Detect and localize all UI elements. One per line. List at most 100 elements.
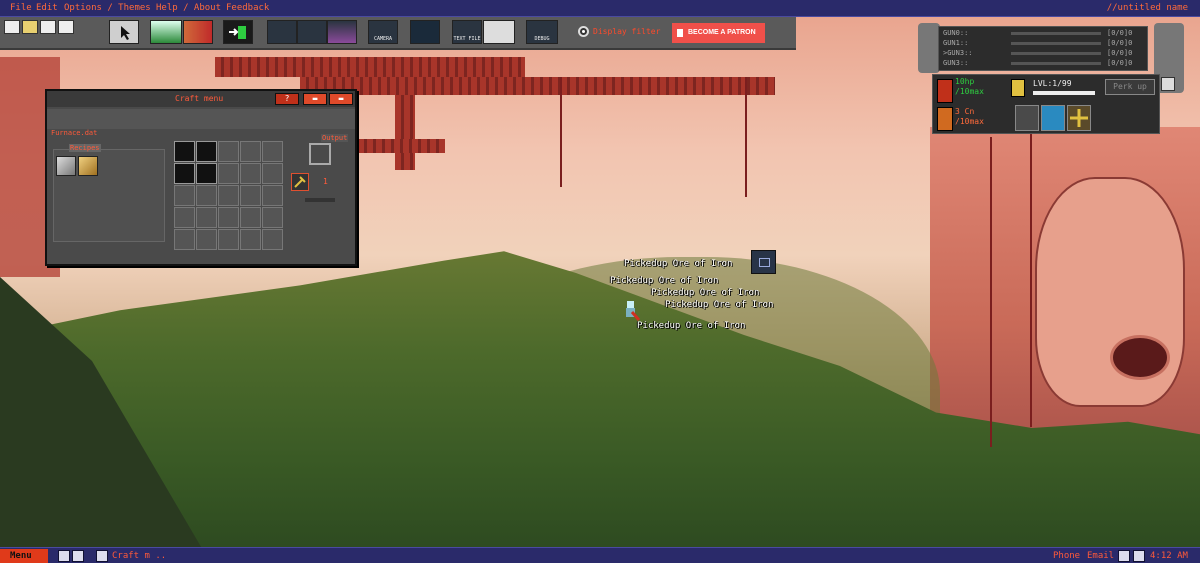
expand-icon[interactable] <box>1161 77 1175 91</box>
crafting-station-label: Furnace.dat <box>51 129 98 137</box>
gun-slot-row[interactable]: GUN1:: [0/0]0 <box>943 39 1143 49</box>
craft-quantity: 1 <box>323 177 328 186</box>
hanging-cable <box>745 77 747 197</box>
craft-window-icon[interactable] <box>96 550 108 562</box>
tree-icon[interactable] <box>297 20 327 44</box>
help-button[interactable]: ? <box>275 93 299 105</box>
gun-slot-row[interactable]: GUN3:: [0/0]0 <box>943 59 1143 69</box>
display-filter-label[interactable]: Display filter <box>593 27 660 36</box>
grid-slot[interactable] <box>196 141 217 162</box>
crosshair-icon[interactable] <box>1067 105 1091 131</box>
steel-girder-support <box>395 95 415 170</box>
grid-slot[interactable] <box>218 163 239 184</box>
grid-slot[interactable] <box>240 141 261 162</box>
menu-file[interactable]: File <box>10 3 32 13</box>
grid-slot[interactable] <box>174 229 195 250</box>
level-indicator: LVL:1/99 <box>1033 79 1072 88</box>
pickup-message: Pickedup Ore of Iron <box>651 288 760 298</box>
gun-slot-row[interactable]: GUN0:: [0/0]0 <box>943 29 1143 39</box>
character-icon[interactable] <box>410 20 440 44</box>
document-name: //untitled name <box>1106 3 1188 13</box>
text-file-icon[interactable]: TEXT FILE <box>452 20 482 44</box>
grid-slot[interactable] <box>262 141 283 162</box>
grid-slot[interactable] <box>174 207 195 228</box>
email-link[interactable]: Email <box>1087 551 1114 561</box>
camera-icon[interactable]: CAMERA <box>368 20 398 44</box>
exit-door-icon[interactable] <box>223 20 253 44</box>
start-menu-button[interactable]: Menu <box>0 549 48 563</box>
fx-icon[interactable] <box>267 20 297 44</box>
steel-girder <box>215 57 525 77</box>
grid-slot[interactable] <box>262 185 283 206</box>
debug-label: DEBUG <box>534 36 550 42</box>
xp-bar <box>1033 91 1095 95</box>
hammer-icon[interactable] <box>291 173 309 191</box>
pickup-message: Pickedup Ore of Iron <box>637 321 746 331</box>
gun-ammo-bar <box>1011 52 1101 55</box>
become-patron-button[interactable]: BECOME A PATRON <box>672 23 765 43</box>
player-hud: GUN0:: [0/0]0 GUN1:: [0/0]0 >GUN3:: [0/0… <box>916 21 1186 139</box>
grid-slot[interactable] <box>240 229 261 250</box>
grid-slot[interactable] <box>196 229 217 250</box>
gun-slot-row[interactable]: >GUN3:: [0/0]0 <box>943 49 1143 59</box>
grid-slot[interactable] <box>218 207 239 228</box>
window-icon[interactable] <box>58 550 70 562</box>
grid-slot[interactable] <box>174 185 195 206</box>
gun-ammo-count: [0/0]0 <box>1107 39 1133 47</box>
grid-slot[interactable] <box>174 163 195 184</box>
save-icon[interactable] <box>40 20 56 34</box>
grid-slot[interactable] <box>196 163 217 184</box>
iron-ingot-icon[interactable] <box>56 156 76 176</box>
perk-up-button[interactable]: Perk up <box>1105 79 1155 95</box>
grid-slot[interactable] <box>196 207 217 228</box>
grid-slot[interactable] <box>218 229 239 250</box>
save-as-icon[interactable] <box>58 20 74 34</box>
music-icon[interactable] <box>72 550 84 562</box>
editor-toolbar: CAMERA TEXT FILE DEBUG Display filter BE… <box>0 17 796 50</box>
display-filter-radio[interactable] <box>578 26 589 37</box>
grid-slot[interactable] <box>240 185 261 206</box>
energy-max: /10max <box>955 117 984 126</box>
music-note-icon[interactable] <box>1133 550 1145 562</box>
grid-slot[interactable] <box>262 207 283 228</box>
hud-ornament-left <box>918 23 940 73</box>
menu-edit[interactable]: Edit <box>36 3 58 13</box>
battery-icon <box>1011 79 1025 97</box>
gold-ingot-icon[interactable] <box>78 156 98 176</box>
minimize-button[interactable]: ▬ <box>303 93 327 105</box>
close-button[interactable]: ▬ <box>329 93 353 105</box>
terrain-icon[interactable] <box>150 20 182 44</box>
water-icon[interactable] <box>327 20 357 44</box>
menu-feedback[interactable]: Feedback <box>226 3 269 13</box>
item-picture-icon <box>751 250 776 274</box>
grid-slot[interactable] <box>262 163 283 184</box>
grid-slot[interactable] <box>240 207 261 228</box>
craft-menu-titlebar[interactable]: Craft menu ? ▬ ▬ <box>47 91 355 107</box>
grid-slot[interactable] <box>218 185 239 206</box>
map-icon[interactable] <box>1041 105 1065 131</box>
hanging-cable <box>990 137 992 447</box>
backpack-icon[interactable] <box>1015 105 1039 131</box>
grid-slot[interactable] <box>218 141 239 162</box>
menu-help-about[interactable]: Help / About <box>156 3 221 13</box>
new-file-icon[interactable] <box>4 20 20 34</box>
objects-icon[interactable] <box>183 20 213 44</box>
gun-name: >GUN3:: <box>943 49 973 57</box>
hp-value: 10hp <box>955 77 975 86</box>
taskbar-craft-menu[interactable]: Craft m .. <box>112 551 166 561</box>
grid-slot[interactable] <box>174 141 195 162</box>
grid-slot[interactable] <box>196 185 217 206</box>
music-note-icon[interactable] <box>1118 550 1130 562</box>
debug-icon[interactable]: DEBUG <box>526 20 558 44</box>
pointer-icon[interactable] <box>109 20 139 44</box>
menu-options-themes[interactable]: Options / Themes <box>64 3 151 13</box>
output-slot[interactable] <box>309 143 331 165</box>
recipes-label: Recipes <box>69 144 101 152</box>
gun-ammo-bar <box>1011 32 1101 35</box>
craft-menu-window[interactable]: Craft menu ? ▬ ▬ Furnace.dat Recipes Out… <box>45 89 357 266</box>
grid-slot[interactable] <box>262 229 283 250</box>
grid-slot[interactable] <box>240 163 261 184</box>
open-folder-icon[interactable] <box>22 20 38 34</box>
view-icon[interactable] <box>483 20 515 44</box>
phone-link[interactable]: Phone <box>1053 551 1080 561</box>
